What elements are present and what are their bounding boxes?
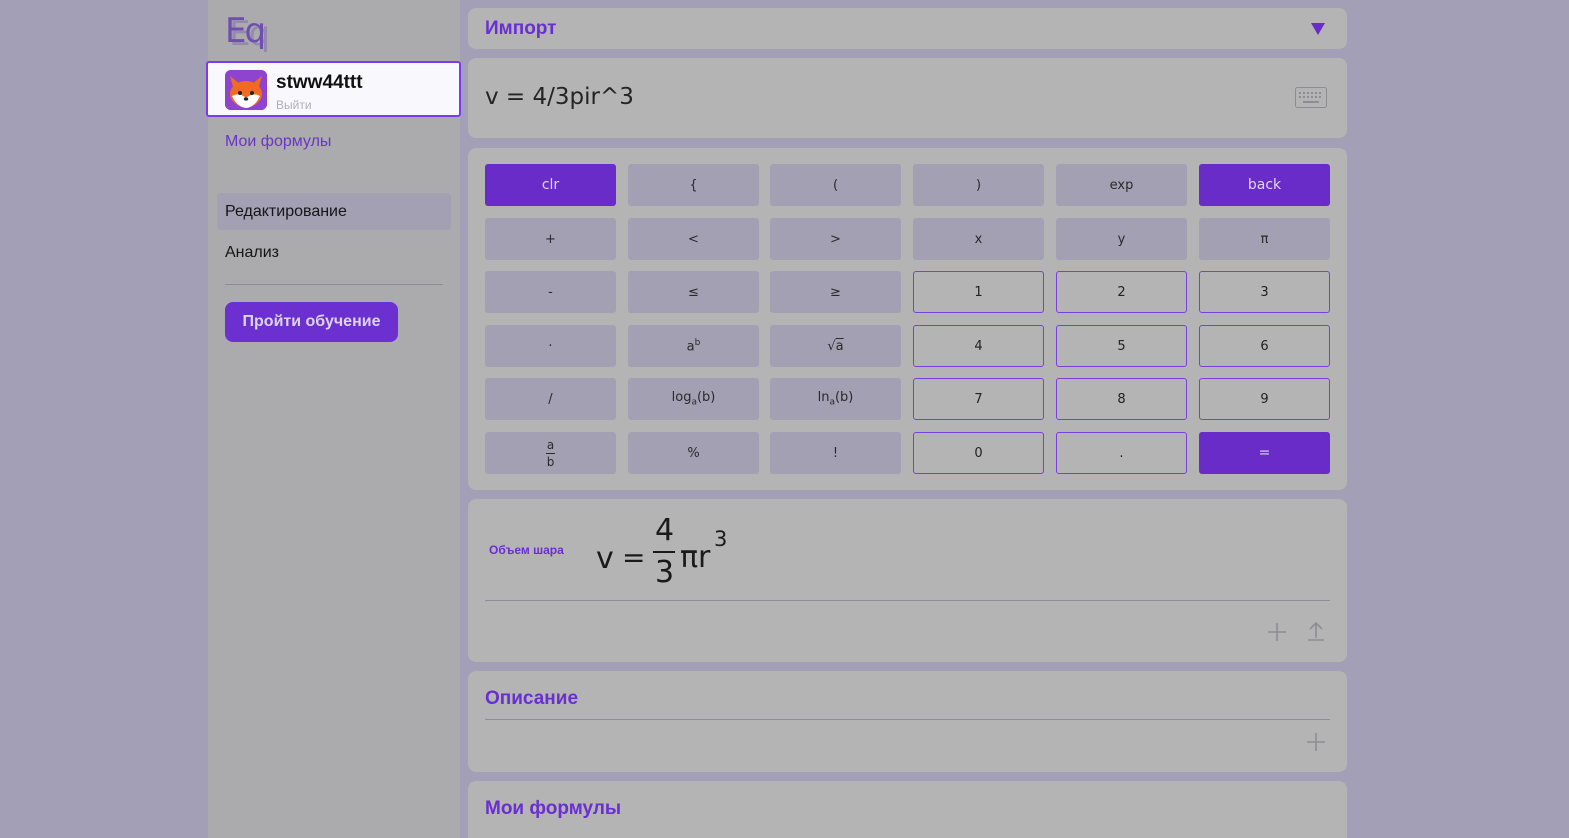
tutorial-button[interactable]: Пройти обучение	[225, 302, 398, 342]
description-panel: Описание	[468, 671, 1347, 772]
sidebar-divider	[225, 284, 443, 285]
key-clr[interactable]: clr	[485, 164, 616, 206]
key-fraction[interactable]: ab	[485, 432, 616, 474]
key-ln[interactable]: lna(b)	[770, 378, 901, 420]
app-logo[interactable]: Eq Eq	[225, 11, 271, 51]
formula-denominator: 3	[655, 555, 675, 590]
my-formulas-title: Мои формулы	[485, 798, 622, 819]
key-sqrt[interactable]: √a	[770, 325, 901, 367]
key-1[interactable]: 1	[913, 271, 1044, 313]
key-multiply[interactable]: ·	[485, 325, 616, 367]
formula-exponent: 3	[714, 527, 728, 551]
username: stww44ttt	[276, 72, 363, 93]
key-factorial[interactable]: !	[770, 432, 901, 474]
formula-numerator: 4	[655, 513, 675, 548]
user-card[interactable]: stww44ttt Выйти	[206, 61, 461, 117]
formula-tail: πr	[680, 540, 711, 575]
key-x[interactable]: x	[913, 218, 1044, 260]
key-brace[interactable]: {	[628, 164, 759, 206]
key-power[interactable]: ab	[628, 325, 759, 367]
logout-link[interactable]: Выйти	[276, 98, 312, 112]
import-title: Импорт	[485, 18, 557, 39]
formula-result-panel: Объем шара v = 4 3 πr 3	[468, 499, 1347, 662]
formula-input[interactable]	[485, 84, 1245, 110]
key-back[interactable]: back	[1199, 164, 1330, 206]
key-y[interactable]: y	[1056, 218, 1187, 260]
key-divide[interactable]: /	[485, 378, 616, 420]
key-equals[interactable]: =	[1199, 432, 1330, 474]
fox-avatar-icon	[225, 70, 267, 110]
fraction-bar	[653, 551, 675, 553]
key-8[interactable]: 8	[1056, 378, 1187, 420]
upload-icon[interactable]	[1305, 620, 1327, 642]
plus-icon[interactable]	[1266, 621, 1288, 643]
key-exp[interactable]: exp	[1056, 164, 1187, 206]
formula-name[interactable]: Объем шара	[489, 543, 564, 557]
keypad-panel: clr { ( ) exp back + < > x y π - ≤ ≥ 1 2…	[468, 148, 1347, 490]
key-4[interactable]: 4	[913, 325, 1044, 367]
key-plus[interactable]: +	[485, 218, 616, 260]
key-0[interactable]: 0	[913, 432, 1044, 474]
key-minus[interactable]: -	[485, 271, 616, 313]
key-pi[interactable]: π	[1199, 218, 1330, 260]
key-6[interactable]: 6	[1199, 325, 1330, 367]
key-9[interactable]: 9	[1199, 378, 1330, 420]
key-paren-open[interactable]: (	[770, 164, 901, 206]
description-divider	[485, 719, 1330, 720]
key-7[interactable]: 7	[913, 378, 1044, 420]
key-2[interactable]: 2	[1056, 271, 1187, 313]
key-5[interactable]: 5	[1056, 325, 1187, 367]
key-less-equal[interactable]: ≤	[628, 271, 759, 313]
my-formulas-panel: Мои формулы	[468, 781, 1347, 838]
key-percent[interactable]: %	[628, 432, 759, 474]
logo-text: Eq	[225, 11, 266, 51]
key-greater[interactable]: >	[770, 218, 901, 260]
key-less[interactable]: <	[628, 218, 759, 260]
triangle-down-icon[interactable]	[1311, 23, 1325, 35]
my-formulas-link[interactable]: Мои формулы	[225, 133, 331, 151]
keyboard-icon[interactable]	[1295, 87, 1327, 108]
formula-lhs: v	[596, 541, 614, 576]
formula-equals: =	[622, 541, 646, 574]
result-divider	[485, 600, 1330, 601]
key-decimal[interactable]: .	[1056, 432, 1187, 474]
description-title: Описание	[485, 688, 579, 709]
key-3[interactable]: 3	[1199, 271, 1330, 313]
key-log[interactable]: loga(b)	[628, 378, 759, 420]
nav-item-editing[interactable]: Редактирование	[217, 193, 451, 230]
key-paren-close[interactable]: )	[913, 164, 1044, 206]
nav-item-analysis[interactable]: Анализ	[217, 234, 451, 271]
key-greater-equal[interactable]: ≥	[770, 271, 901, 313]
formula-input-panel	[468, 58, 1347, 138]
import-panel[interactable]: Импорт	[468, 8, 1347, 49]
sidebar: Eq Eq stww44ttt Выйти Мои формулы Редакт…	[206, 0, 461, 838]
plus-icon[interactable]	[1305, 731, 1327, 753]
